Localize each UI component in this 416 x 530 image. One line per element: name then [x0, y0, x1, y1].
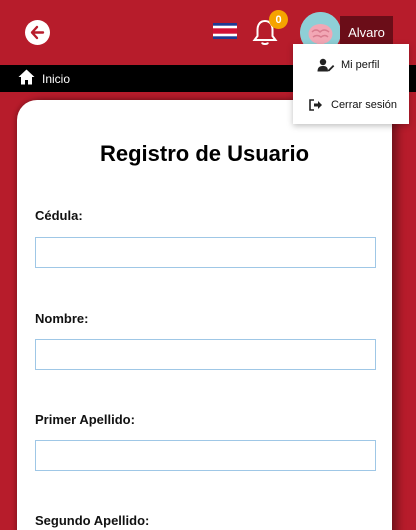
- home-icon[interactable]: [18, 69, 35, 85]
- notification-count-badge: 0: [269, 10, 288, 29]
- user-dropdown-menu: Mi perfil Cerrar sesión: [293, 44, 409, 124]
- nombre-label: Nombre:: [35, 311, 89, 326]
- sign-out-icon: [307, 98, 325, 112]
- back-button[interactable]: [25, 20, 50, 45]
- page-title: Registro de Usuario: [99, 141, 310, 166]
- costa-rica-flag-icon[interactable]: [213, 23, 237, 39]
- cedula-label: Cédula:: [35, 208, 83, 223]
- menu-item-cerrar-sesion[interactable]: Cerrar sesión: [293, 88, 409, 122]
- user-edit-icon: [317, 58, 335, 72]
- nombre-field[interactable]: [35, 339, 376, 370]
- cedula-field[interactable]: [35, 237, 376, 268]
- menu-item-mi-perfil[interactable]: Mi perfil: [293, 48, 409, 82]
- primer-apellido-field[interactable]: [35, 440, 376, 471]
- primer-apellido-label: Primer Apellido:: [35, 412, 135, 427]
- arrow-left-icon: [30, 25, 45, 40]
- breadcrumb-home-link[interactable]: Inicio: [42, 72, 70, 86]
- menu-item-label: Cerrar sesión: [331, 99, 398, 111]
- segundo-apellido-label: Segundo Apellido:: [35, 513, 150, 528]
- menu-item-label: Mi perfil: [341, 59, 380, 71]
